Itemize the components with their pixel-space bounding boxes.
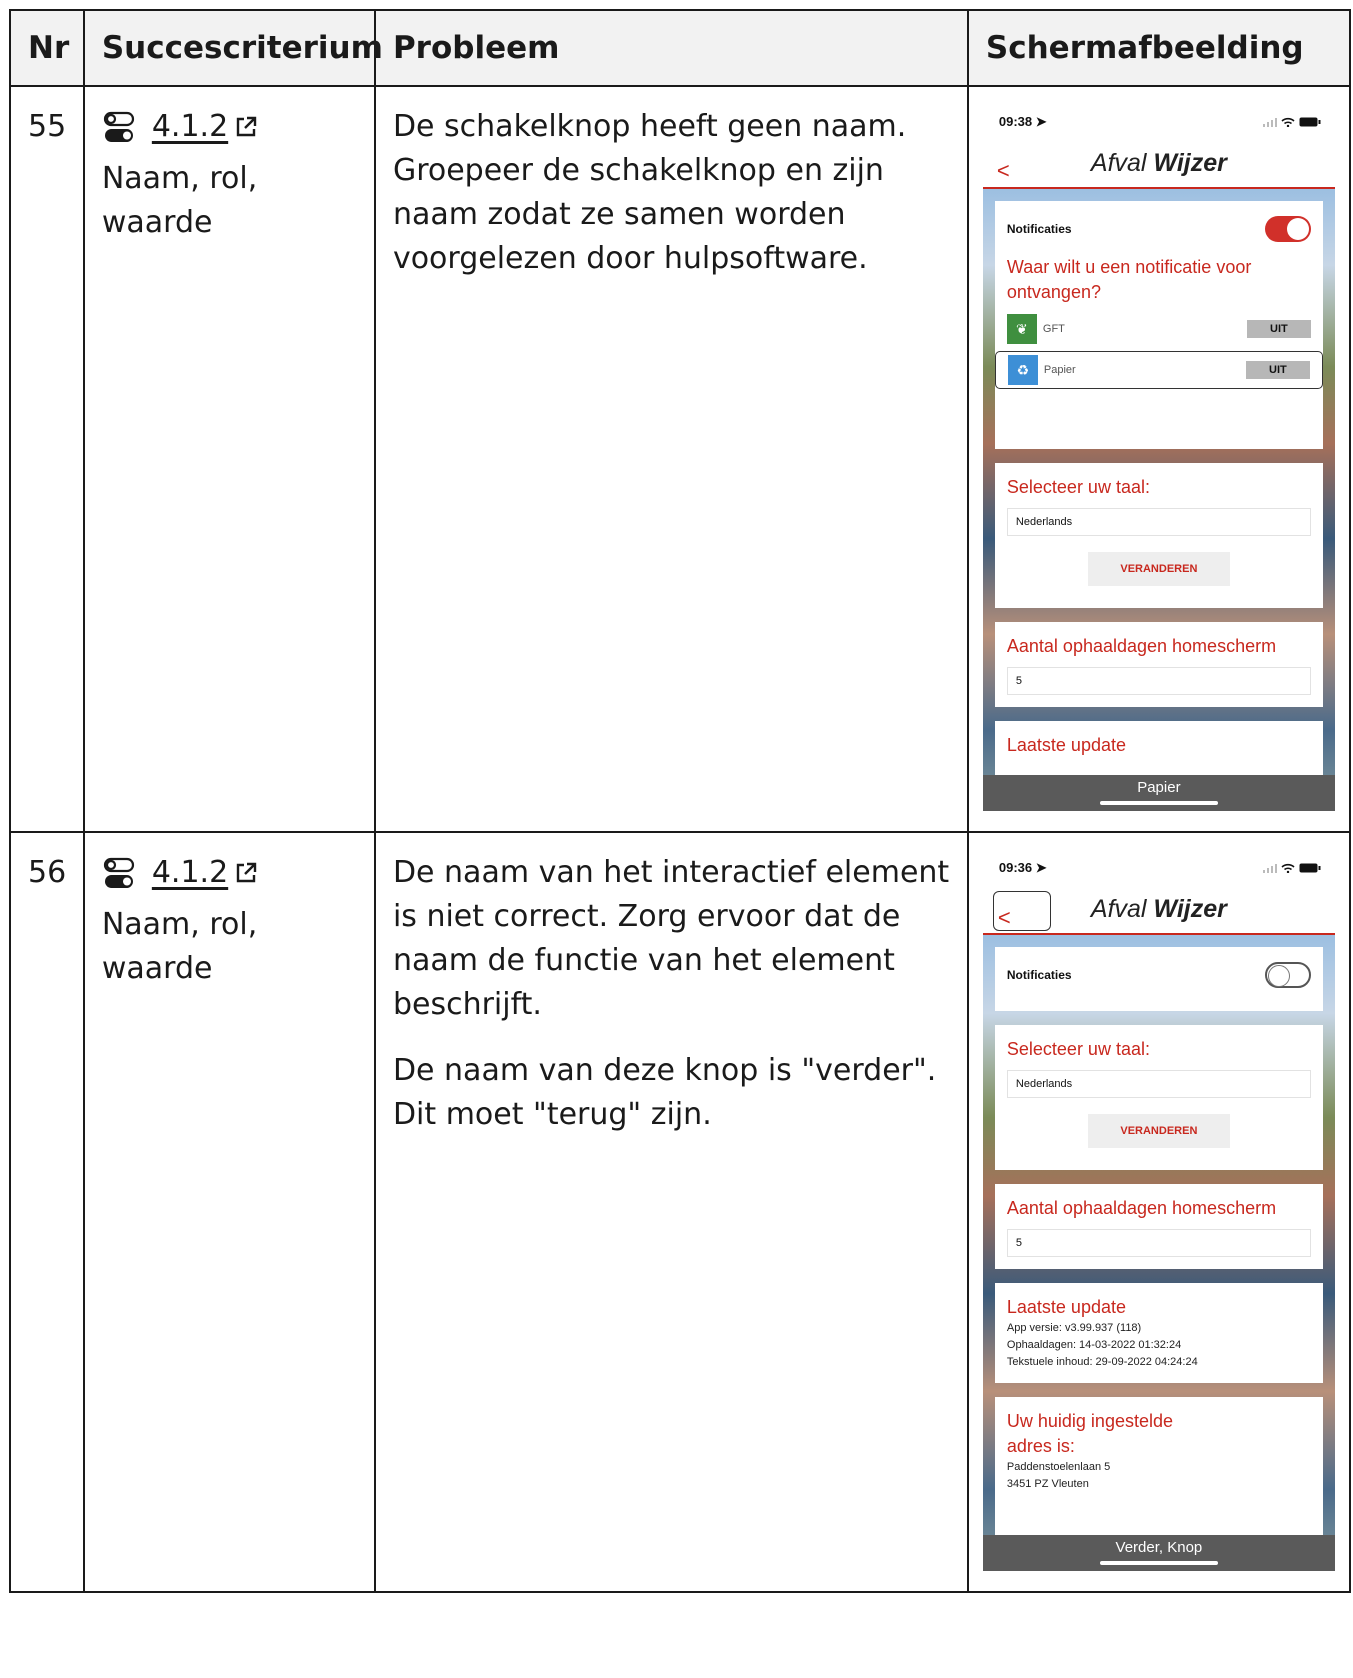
address-card: Uw huidig ingestelde adres is: Paddensto… xyxy=(994,1397,1323,1541)
language-card: Selecteer uw taal: Nederlands VERANDEREN xyxy=(994,1025,1323,1170)
address-line: 3451 PZ Vleuten xyxy=(1006,1478,1089,1490)
notification-question: Waar wilt u een notificatie voor ontvang… xyxy=(1006,257,1252,302)
back-button[interactable]: < xyxy=(992,891,1051,931)
wifi-icon xyxy=(1281,863,1295,873)
problem-cell: De schakelknop heeft geen naam. Groepeer… xyxy=(373,85,969,833)
waste-state[interactable]: UIT xyxy=(1246,320,1311,338)
status-icons xyxy=(1262,863,1321,873)
waste-row-papier[interactable]: ♻ Papier UIT xyxy=(994,351,1323,389)
notifications-toggle[interactable] xyxy=(1264,216,1311,242)
battery-icon xyxy=(1299,117,1321,127)
papier-icon: ♻ xyxy=(1007,355,1038,385)
settings-content: Notificaties Waar wilt u een notificatie… xyxy=(982,189,1335,811)
gft-icon: ❦ xyxy=(1006,314,1037,344)
signal-icon xyxy=(1262,117,1277,127)
update-line: App versie: v3.99.937 (118) xyxy=(1006,1322,1142,1334)
table-row: 55 4.1.2 Naam, rol, waarde De schakelkno… xyxy=(9,85,1352,833)
update-line: Tekstuele inhoud: 29-09-2022 04:24:24 xyxy=(1006,1356,1198,1368)
phone-screenshot: 09:38 ➤ < Afval Wijzer Notificaties Waar… xyxy=(982,105,1335,811)
criterion-number[interactable]: 4.1.2 xyxy=(152,105,228,149)
signal-icon xyxy=(1262,863,1277,873)
external-link-icon xyxy=(236,862,257,883)
voiceover-caption: Verder, Knop xyxy=(982,1535,1335,1571)
language-title: Selecteer uw taal: xyxy=(1006,477,1150,497)
status-bar: 09:36 ➤ xyxy=(983,851,1335,885)
problem-text: De naam van deze knop is "verder". Dit m… xyxy=(392,1053,937,1132)
change-button[interactable]: VERANDEREN xyxy=(1087,552,1230,586)
row-number: 56 xyxy=(9,831,85,1593)
criterion-name: Naam, rol, waarde xyxy=(101,907,258,986)
change-button[interactable]: VERANDEREN xyxy=(1087,1114,1230,1148)
criterion-link[interactable]: 4.1.2 xyxy=(102,105,258,149)
notifications-label: Notificaties xyxy=(1006,222,1072,236)
problem-cell: De naam van het interactief element is n… xyxy=(373,831,969,1593)
audit-table: Nr Succescriterium Probleem Schermafbeel… xyxy=(9,9,1352,1593)
home-indicator xyxy=(1099,801,1218,805)
days-input[interactable]: 5 xyxy=(1006,1229,1311,1257)
wifi-icon xyxy=(1281,117,1295,127)
criterion-name: Naam, rol, waarde xyxy=(101,161,258,240)
notifications-toggle[interactable] xyxy=(1264,962,1311,988)
address-title: Uw huidig ingestelde adres is: xyxy=(1006,1411,1173,1456)
back-button[interactable]: < xyxy=(997,149,1010,193)
notifications-label: Notificaties xyxy=(1006,968,1072,982)
notifications-row: Notificaties xyxy=(1007,955,1311,995)
toggle-switch-icon xyxy=(103,857,134,888)
toggle-switch-icon xyxy=(103,111,134,142)
app-header: < Afval Wijzer xyxy=(982,139,1335,189)
settings-content: Notificaties Selecteer uw taal: Nederlan… xyxy=(982,935,1335,1571)
update-title: Laatste update xyxy=(1006,1297,1126,1317)
header-screenshot: Schermafbeelding xyxy=(966,9,1352,87)
criterion-cell: 4.1.2 Naam, rol, waarde xyxy=(82,85,376,833)
notifications-card: Notificaties Waar wilt u een notificatie… xyxy=(994,201,1323,449)
notifications-card: Notificaties xyxy=(994,947,1323,1011)
days-card: Aantal ophaaldagen homescherm 5 xyxy=(994,622,1323,707)
app-logo: Afval Wijzer xyxy=(1090,149,1227,177)
update-title: Laatste update xyxy=(1006,735,1126,755)
language-input[interactable]: Nederlands xyxy=(1006,1070,1311,1098)
waste-label: Papier xyxy=(1043,364,1076,376)
voiceover-text: Verder, Knop xyxy=(1115,1539,1203,1556)
header-nr: Nr xyxy=(9,9,85,87)
update-card: Laatste update App versie: v3.99.937 (11… xyxy=(994,1283,1323,1383)
problem-text: De naam van het interactief element is n… xyxy=(392,855,950,1022)
status-icons xyxy=(1262,117,1321,127)
address-line: Paddenstoelenlaan 5 xyxy=(1006,1461,1111,1473)
app-header: < Afval Wijzer xyxy=(982,885,1335,935)
days-card: Aantal ophaaldagen homescherm 5 xyxy=(994,1184,1323,1269)
criterion-cell: 4.1.2 Naam, rol, waarde xyxy=(82,831,376,1593)
screenshot-cell: 09:36 ➤ < Afval Wijzer Notificaties Sele… xyxy=(966,831,1352,1593)
table-row: 56 4.1.2 Naam, rol, waarde De naam van h… xyxy=(9,831,1352,1593)
days-input[interactable]: 5 xyxy=(1006,667,1311,695)
voiceover-text: Papier xyxy=(1137,779,1181,796)
header-row: Nr Succescriterium Probleem Schermafbeel… xyxy=(9,9,1352,87)
language-card: Selecteer uw taal: Nederlands VERANDEREN xyxy=(994,463,1323,608)
phone-screenshot: 09:36 ➤ < Afval Wijzer Notificaties Sele… xyxy=(982,851,1335,1571)
home-indicator xyxy=(1099,1561,1218,1565)
waste-row-gft[interactable]: ❦ GFT UIT xyxy=(1006,311,1311,347)
status-bar: 09:38 ➤ xyxy=(983,105,1335,139)
update-line: Ophaaldagen: 14-03-2022 01:32:24 xyxy=(1006,1339,1182,1351)
waste-label: GFT xyxy=(1042,323,1065,335)
screenshot-cell: 09:38 ➤ < Afval Wijzer Notificaties Waar… xyxy=(966,85,1352,833)
criterion-link[interactable]: 4.1.2 xyxy=(102,851,258,895)
waste-state[interactable]: UIT xyxy=(1245,361,1310,379)
days-title: Aantal ophaaldagen homescherm xyxy=(1006,1198,1277,1218)
language-title: Selecteer uw taal: xyxy=(1006,1039,1150,1059)
app-logo: Afval Wijzer xyxy=(1090,895,1227,923)
voiceover-caption: Papier xyxy=(982,775,1335,811)
row-number: 55 xyxy=(9,85,85,833)
header-criterion: Succescriterium xyxy=(82,9,383,87)
language-input[interactable]: Nederlands xyxy=(1006,508,1311,536)
header-problem: Probleem xyxy=(373,9,969,87)
criterion-number[interactable]: 4.1.2 xyxy=(152,851,228,895)
battery-icon xyxy=(1299,863,1321,873)
days-title: Aantal ophaaldagen homescherm xyxy=(1006,636,1277,656)
notifications-row: Notificaties xyxy=(1007,209,1311,249)
external-link-icon xyxy=(236,116,257,137)
problem-text: De schakelknop heeft geen naam. Groepeer… xyxy=(392,109,907,276)
